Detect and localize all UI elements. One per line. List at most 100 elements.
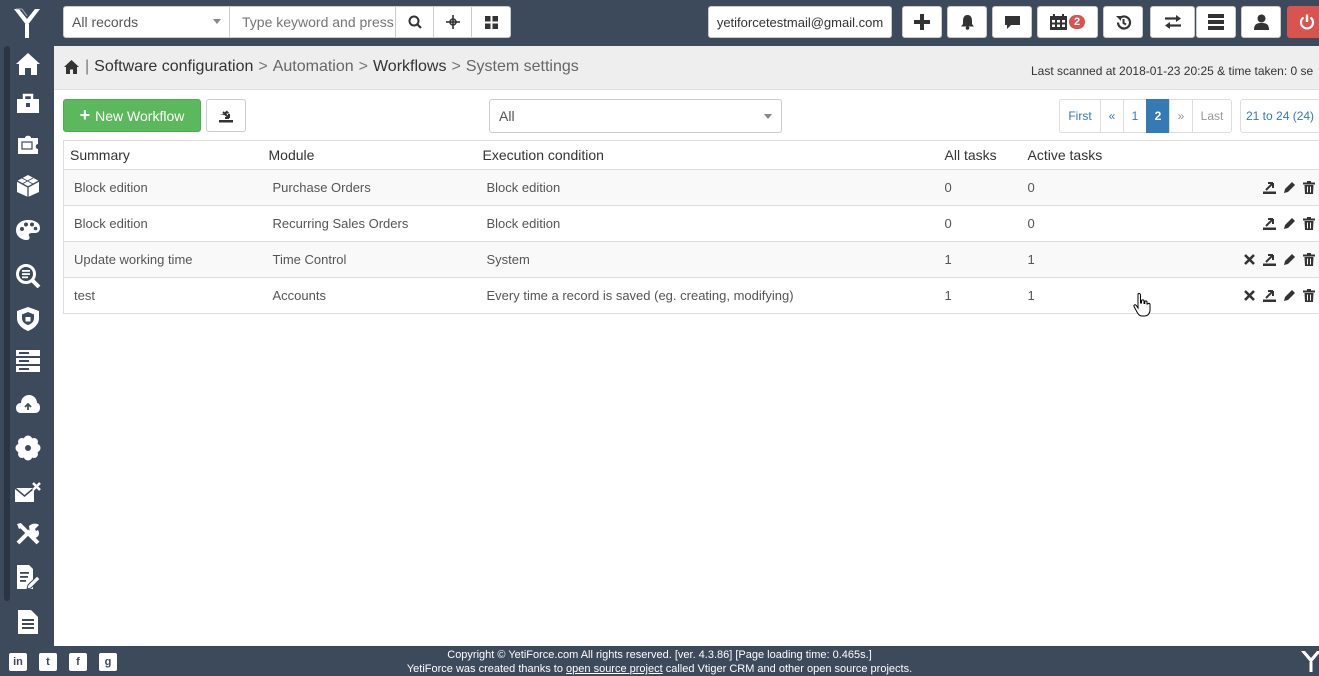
pagination-last[interactable]: Last [1192, 99, 1232, 133]
quick-create-button[interactable] [902, 6, 942, 38]
new-workflow-button[interactable]: + New Workflow [63, 99, 201, 132]
trash-icon [1303, 289, 1315, 302]
cell-summary: Block edition [63, 205, 263, 242]
table-row[interactable]: test Accounts Every time a record is sav… [63, 277, 1319, 314]
delete-button[interactable] [1299, 250, 1319, 270]
footer-logo-icon [1300, 650, 1319, 675]
breadcrumb-automation[interactable]: Automation [273, 58, 354, 76]
column-execution-condition[interactable]: Execution condition [476, 140, 939, 170]
tools-icon [16, 523, 40, 545]
sidebar-item-mail[interactable] [12, 477, 44, 509]
module-filter-select[interactable]: All [489, 99, 782, 133]
advanced-search-button[interactable] [434, 7, 472, 37]
edit-button[interactable] [1279, 214, 1299, 234]
search-button[interactable] [396, 7, 434, 37]
pagination-next[interactable]: » [1169, 99, 1193, 133]
close-icon [1243, 254, 1255, 265]
export-button[interactable] [1259, 178, 1279, 198]
column-all-tasks[interactable]: All tasks [938, 140, 1022, 170]
cell-condition: Block edition [476, 205, 939, 242]
table-row[interactable]: Update working time Time Control System … [63, 241, 1319, 278]
sidebar-scrollbar[interactable] [4, 46, 10, 601]
export-button[interactable] [1259, 214, 1279, 234]
column-active-tasks[interactable]: Active tasks [1021, 140, 1152, 170]
breadcrumb-workflows[interactable]: Workflows [373, 58, 447, 76]
mail-account-select[interactable]: yetiforcetestmail@gmail.com [708, 6, 892, 38]
cell-active-tasks: 1 [1021, 277, 1152, 314]
footer-copyright: Copyright © YetiForce.com All rights res… [0, 648, 1319, 676]
sidebar-item-marketplace[interactable] [12, 87, 44, 119]
cell-active-tasks: 0 [1021, 205, 1152, 242]
plus-icon [914, 14, 930, 30]
sidebar-item-search-setup[interactable] [12, 260, 44, 292]
table-row[interactable]: Block edition Recurring Sales Orders Blo… [63, 205, 1319, 242]
mail-account-label: yetiforcetestmail@gmail.com [716, 14, 884, 30]
sidebar-item-automation[interactable] [12, 432, 44, 464]
deactivate-button[interactable] [1239, 286, 1259, 306]
footer-line-2: YetiForce was created thanks to open sou… [0, 662, 1319, 676]
pencil-icon [1283, 254, 1295, 265]
edit-button[interactable] [1279, 286, 1299, 306]
grid-icon [484, 15, 498, 29]
search-input[interactable] [230, 7, 396, 37]
export-button[interactable] [1259, 250, 1279, 270]
cell-active-tasks: 1 [1021, 241, 1152, 278]
sidebar-item-home[interactable] [12, 48, 44, 80]
import-workflow-button[interactable] [206, 99, 246, 132]
history-button[interactable] [1103, 6, 1143, 38]
breadcrumb-software-configuration[interactable]: Software configuration [94, 58, 253, 76]
delete-button[interactable] [1299, 214, 1319, 234]
pagination-previous[interactable]: « [1100, 99, 1124, 133]
deactivate-button[interactable] [1239, 250, 1259, 270]
cell-summary: Block edition [63, 169, 263, 206]
records-module-select[interactable]: All records [64, 7, 230, 37]
sidebar-item-integration[interactable] [12, 388, 44, 420]
pagination-first[interactable]: First [1059, 99, 1101, 133]
sidebar-item-modules[interactable] [12, 128, 44, 160]
trash-icon [1303, 253, 1315, 266]
edit-button[interactable] [1279, 250, 1299, 270]
sidebar-item-security[interactable] [12, 303, 44, 335]
chat-icon [1004, 15, 1020, 29]
pagination-page-2[interactable]: 2 [1146, 99, 1170, 133]
settings-menu-button[interactable] [1196, 6, 1236, 38]
switch-users-button[interactable] [1150, 6, 1195, 38]
sidebar-item-system[interactable] [12, 345, 44, 377]
yetiforce-logo[interactable] [0, 0, 54, 46]
sidebar-item-tools[interactable] [12, 519, 44, 551]
cell-summary: test [63, 277, 263, 314]
column-module[interactable]: Module [262, 140, 477, 170]
history-icon [1115, 14, 1131, 30]
open-source-project-link[interactable]: open source project [566, 663, 663, 675]
delete-button[interactable] [1299, 178, 1319, 198]
export-button[interactable] [1259, 286, 1279, 306]
home-icon [16, 53, 40, 75]
delete-button[interactable] [1299, 286, 1319, 306]
logout-button[interactable] [1287, 6, 1319, 38]
export-icon [1262, 290, 1276, 302]
cell-summary: Update working time [63, 241, 263, 278]
sidebar-item-logs[interactable] [12, 606, 44, 638]
calendar-icon [1049, 14, 1067, 30]
sidebar-item-layouts[interactable] [12, 170, 44, 202]
edit-button[interactable] [1279, 178, 1299, 198]
pencil-icon [1283, 290, 1295, 301]
chat-button[interactable] [992, 6, 1032, 38]
table-row[interactable]: Block edition Purchase Orders Block edit… [63, 169, 1319, 206]
user-menu-button[interactable] [1241, 6, 1281, 38]
calendar-badge: 2 [1068, 15, 1086, 29]
search-modules-button[interactable] [472, 7, 510, 37]
cell-all-tasks: 0 [938, 205, 1022, 242]
cell-actions [1151, 277, 1319, 314]
notifications-button[interactable] [947, 6, 987, 38]
calendar-reminders-button[interactable]: 2 [1037, 6, 1098, 38]
trash-icon [1303, 181, 1315, 194]
plus-icon: + [79, 105, 91, 125]
breadcrumb-separator: > [258, 58, 268, 75]
sidebar-item-colors[interactable] [12, 214, 44, 246]
home-icon[interactable] [64, 60, 79, 74]
sidebar-item-editing[interactable] [12, 561, 44, 593]
cube-icon [16, 175, 40, 197]
pagination-page-1[interactable]: 1 [1123, 99, 1147, 133]
column-summary[interactable]: Summary [63, 140, 263, 170]
